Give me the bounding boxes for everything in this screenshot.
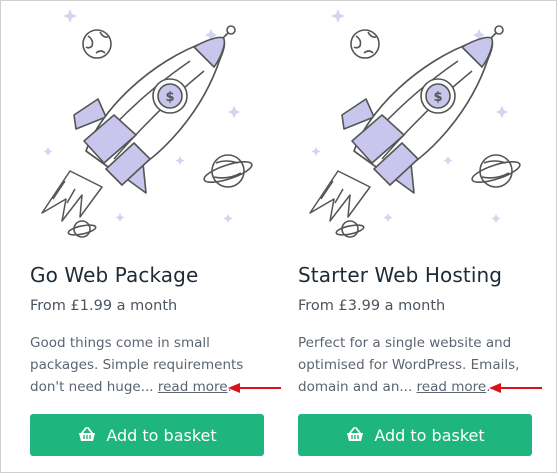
annotation-arrow-icon xyxy=(489,383,542,393)
rocket-illustration xyxy=(309,8,523,238)
rocket-illustration xyxy=(41,8,255,238)
add-to-basket-button[interactable]: Add to basket xyxy=(298,414,532,456)
read-more-link[interactable]: read more xyxy=(158,379,228,395)
product-card-starter-web-hosting: Starter Web Hosting From £3.99 a month P… xyxy=(298,1,534,472)
annotation-arrow-icon xyxy=(228,383,281,393)
product-card-go-web-package: Go Web Package From £1.99 a month Good t… xyxy=(30,1,266,472)
product-grid: Go Web Package From £1.99 a month Good t… xyxy=(0,0,557,473)
product-title: Go Web Package xyxy=(30,263,199,287)
product-title: Starter Web Hosting xyxy=(298,263,503,287)
product-price: From £1.99 a month xyxy=(30,298,178,314)
add-to-basket-label: Add to basket xyxy=(374,425,485,445)
basket-icon xyxy=(345,426,365,444)
add-to-basket-button[interactable]: Add to basket xyxy=(30,414,264,456)
add-to-basket-label: Add to basket xyxy=(106,425,217,445)
basket-icon xyxy=(77,426,97,444)
read-more-link[interactable]: read more xyxy=(417,379,487,395)
product-price: From £3.99 a month xyxy=(298,298,446,314)
